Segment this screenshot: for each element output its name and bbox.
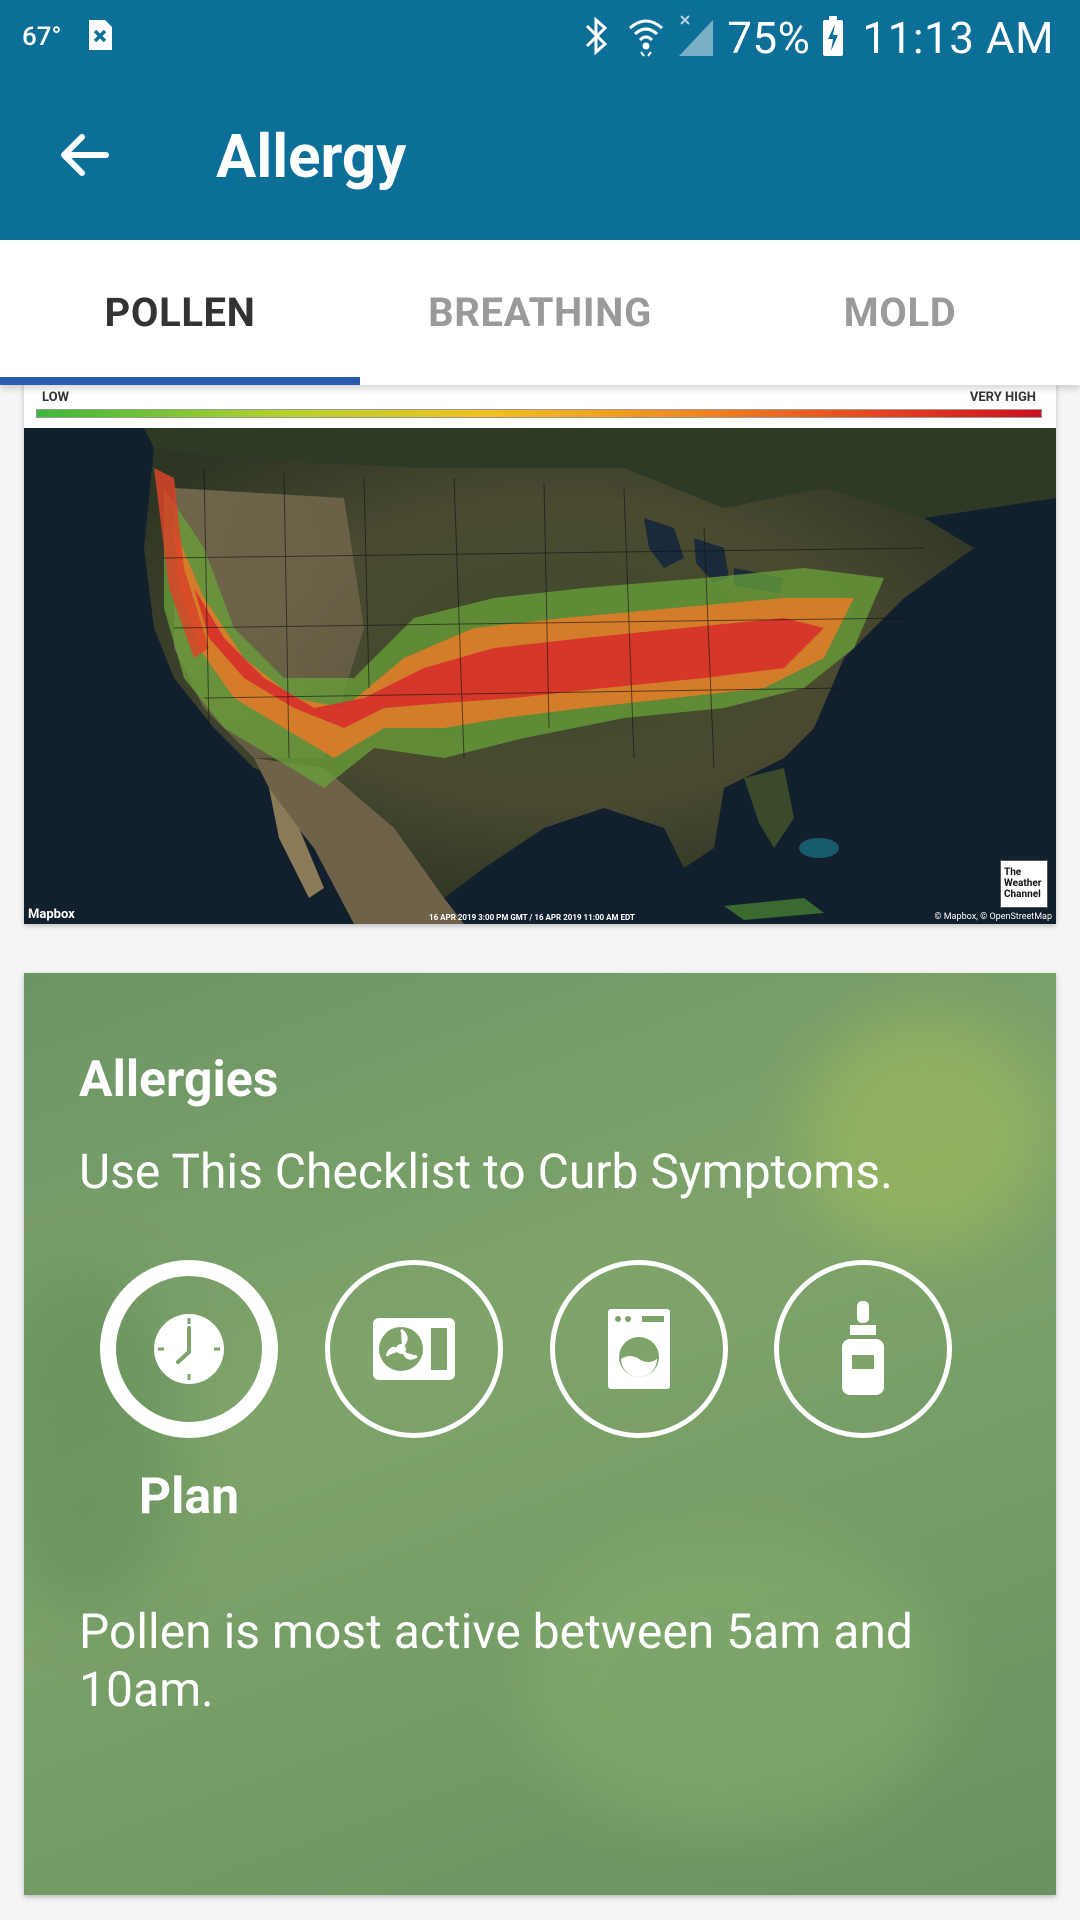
pollen-legend: LOW VERY HIGH: [36, 386, 1042, 418]
clock-icon: [154, 1314, 224, 1384]
map-timestamp: 16 APR 2019 3:00 PM GMT / 16 APR 2019 11…: [429, 913, 635, 922]
notification-x-icon: [86, 18, 114, 56]
washing-machine-icon: [608, 1309, 670, 1389]
pollen-map-image[interactable]: Mapbox 16 APR 2019 3:00 PM GMT / 16 APR …: [24, 428, 1056, 924]
checklist-laundry-button[interactable]: [550, 1260, 728, 1438]
logo-line-1: The: [1004, 867, 1022, 878]
legend-low-label: LOW: [42, 390, 69, 405]
nasal-spray-icon: [842, 1301, 884, 1395]
checklist-ac-button[interactable]: [325, 1260, 503, 1438]
temperature-text: 67°: [22, 22, 62, 52]
tab-bar: POLLEN BREATHING MOLD: [0, 240, 1080, 385]
wifi-icon: [627, 14, 665, 62]
allergies-checklist-card: Allergies Use This Checklist to Curb Sym…: [24, 973, 1056, 1895]
legend-gradient-bar: [36, 409, 1042, 418]
mapbox-label: Mapbox: [28, 907, 75, 922]
selected-icon-label: Plan: [138, 1468, 240, 1526]
bluetooth-icon: [577, 14, 615, 62]
checklist-plan-button[interactable]: [100, 1260, 278, 1438]
signal-icon: [677, 14, 715, 62]
tab-breathing[interactable]: BREATHING: [360, 240, 720, 385]
tab-pollen[interactable]: POLLEN: [0, 240, 360, 385]
status-left: 67°: [22, 18, 114, 56]
tab-indicator: [0, 377, 360, 385]
air-conditioner-icon: [373, 1318, 455, 1380]
battery-charging-icon: [822, 16, 844, 60]
checklist-icons-row: [100, 1260, 980, 1442]
status-right: 75% 11:13 AM: [577, 12, 1054, 64]
tab-mold[interactable]: MOLD: [720, 240, 1080, 385]
map-attribution: © Mapbox, © OpenStreetMap: [934, 912, 1052, 922]
status-bar: 67° 75% 11:13 AM: [0, 0, 1080, 75]
background-leaf: [804, 1013, 1044, 1253]
app-bar: Allergy: [0, 75, 1080, 240]
pollen-map-card[interactable]: LOW VERY HIGH Mapbox 16 APR 2019 3:00 PM…: [24, 378, 1056, 924]
page-title: Allergy: [216, 121, 407, 192]
back-button[interactable]: [44, 115, 124, 195]
arrow-back-icon: [61, 134, 109, 176]
logo-line-3: Channel: [1004, 889, 1041, 900]
legend-high-label: VERY HIGH: [969, 390, 1036, 405]
card-subheading: Use This Checklist to Curb Symptoms.: [79, 1143, 893, 1200]
battery-percent-text: 75%: [727, 12, 811, 64]
card-heading: Allergies: [79, 1051, 279, 1109]
clock-text: 11:13 AM: [862, 12, 1054, 64]
checklist-tip-text: Pollen is most active between 5am and 10…: [79, 1603, 913, 1718]
logo-line-2: Weather: [1004, 878, 1042, 889]
weather-channel-logo: The Weather Channel: [1000, 860, 1048, 908]
checklist-nasal-spray-button[interactable]: [774, 1260, 952, 1438]
allergy-screen: 67° 75% 11:13 AM Allergy POLLEN BREATHIN…: [0, 0, 1080, 1920]
